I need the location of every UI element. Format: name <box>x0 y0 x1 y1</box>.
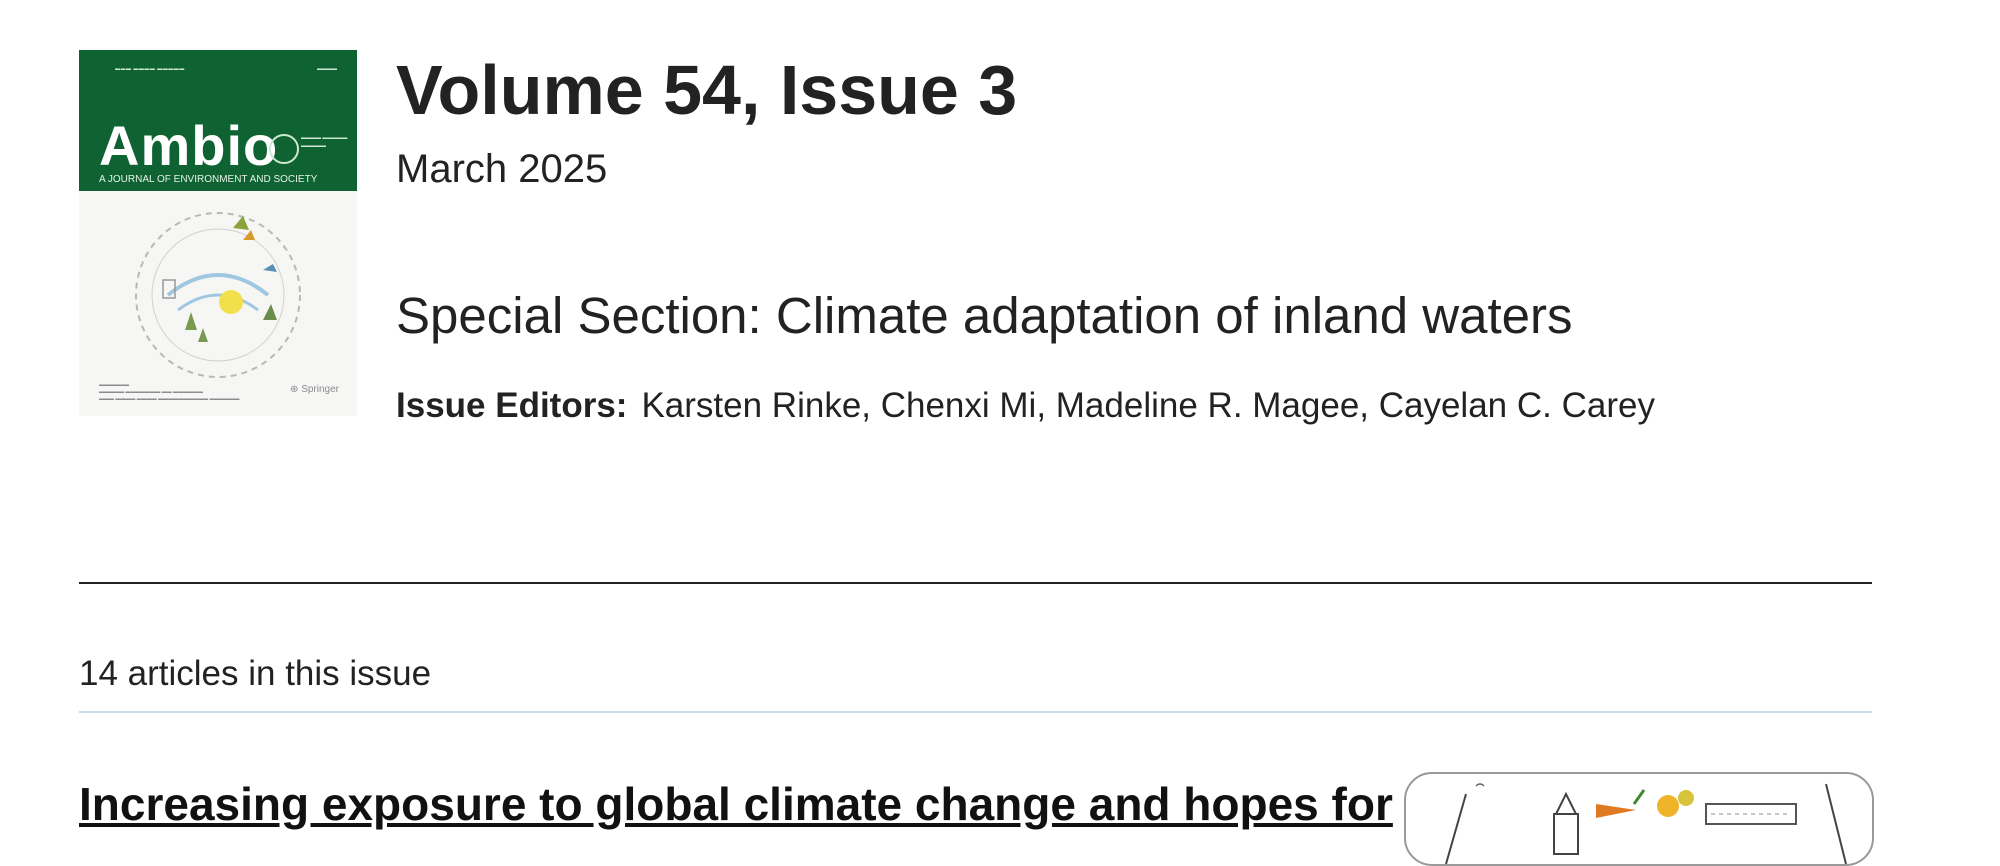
article-thumbnail-illustration-icon <box>1445 783 1847 864</box>
cover-seal-caption: ▬▬▬▬ ▬▬▬▬▬ ▬▬▬▬▬ <box>301 135 348 149</box>
cover-meta-text: ▬▬▬ ▬▬▬▬ ▬▬▬▬▬ <box>115 66 185 72</box>
special-section-title: Special Section: Climate adaptation of i… <box>396 287 1573 344</box>
publisher-name: Springer <box>301 384 339 395</box>
issue-cover-image[interactable]: ▬▬▬ ▬▬▬▬ ▬▬▬▬▬ ▬▬▬▬ Ambio ▬▬▬▬ ▬▬▬▬▬ ▬▬▬… <box>79 50 357 416</box>
cover-footer-text: ▬▬▬▬▬▬ ▬▬▬▬▬ ▬▬▬▬▬▬▬ ▬▬ ▬▬▬▬▬▬ ▬▬▬ ▬▬▬▬ ▬▬… <box>99 382 240 402</box>
article-count: 14 articles in this issue <box>79 654 432 693</box>
cover-journal-name: Ambio <box>99 114 279 177</box>
issue-date: March 2025 <box>396 147 608 191</box>
issue-editors-names: Karsten Rinke, Chenxi Mi, Madeline R. Ma… <box>641 386 1655 425</box>
article-title-link[interactable]: Increasing exposure to global climate ch… <box>79 776 1393 832</box>
cover-subtitle: A JOURNAL OF ENVIRONMENT AND SOCIETY <box>99 174 318 185</box>
section-divider <box>79 582 1872 584</box>
article-count-divider <box>79 711 1872 713</box>
academy-seal-icon <box>269 134 299 164</box>
cover-meta-right: ▬▬▬▬ <box>317 66 337 72</box>
cover-illustration-icon <box>135 212 301 378</box>
issue-title: Volume 54, Issue 3 <box>396 51 1018 129</box>
publisher-logo: ⊕ Springer <box>290 384 339 395</box>
issue-editors-label: Issue Editors: <box>396 386 628 425</box>
article-thumbnail-image[interactable] <box>1404 772 1874 866</box>
issue-editors: Issue Editors: Karsten Rinke, Chenxi Mi, … <box>396 385 1655 427</box>
